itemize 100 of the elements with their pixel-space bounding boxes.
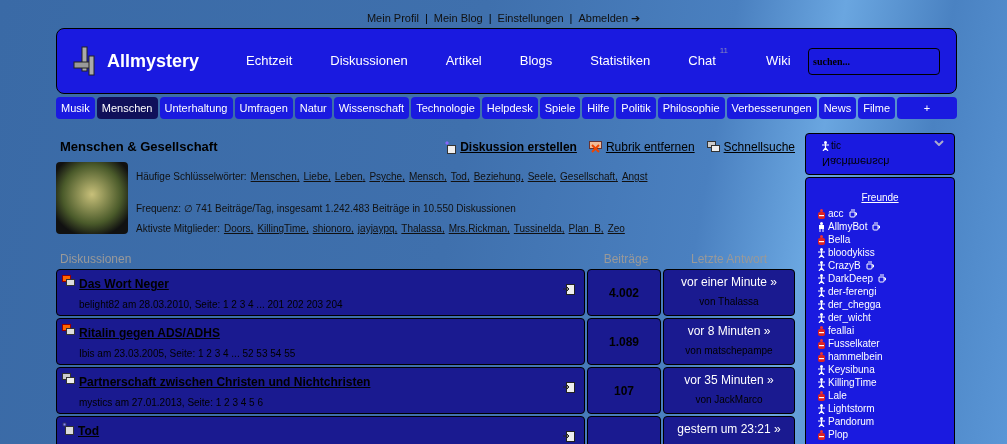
last-reply-author: von JackMarco — [695, 393, 763, 407]
friend-link[interactable]: Lightstorm — [828, 401, 875, 416]
separator: | — [488, 11, 492, 26]
column-header: Diskussionen — [60, 251, 132, 266]
posts-cell: 4.002 — [587, 269, 661, 316]
category-tab[interactable]: News — [818, 97, 857, 119]
category-tab[interactable]: Menschen — [96, 97, 158, 119]
photo-placeholder — [56, 162, 128, 234]
logo-icon — [73, 46, 95, 76]
posts-cell: 107 — [587, 367, 661, 414]
site-title: Allmystery — [107, 49, 200, 73]
speech-bubbles-icon — [706, 141, 720, 153]
category-tab[interactable]: Helpdesk — [481, 97, 538, 119]
category-tab[interactable]: Spiele — [539, 97, 581, 119]
category-tab[interactable]: Wissenschaft — [333, 97, 410, 119]
friend-link[interactable]: AllmyBot — [828, 219, 868, 234]
keywords-label: Häufige Schlüsselwörter: — [136, 170, 247, 184]
keyword-link[interactable]: Gesellschaft, — [560, 169, 618, 184]
separator: | — [569, 11, 573, 26]
members-label: Aktivste Mitglieder: — [136, 222, 220, 236]
friend-link[interactable]: DarkDeep — [828, 271, 874, 286]
keyword-link[interactable]: Mensch, — [408, 169, 447, 184]
friends-title[interactable]: Freunde — [861, 190, 899, 205]
topic-meta: Ibis am 23.03.2005, Seite: 1 2 3 4 ... 52 53 54 55 — [79, 347, 296, 361]
member-link[interactable]: Tussinelda, — [513, 221, 565, 236]
friend-link[interactable]: CrazyB — [828, 258, 861, 273]
member-link[interactable]: KillingTime, — [257, 221, 309, 236]
nav-link[interactable]: Artikel — [445, 51, 482, 71]
top-link[interactable]: Einstellungen — [497, 10, 564, 28]
category-tab[interactable]: Technologie — [411, 97, 480, 119]
top-link[interactable]: Mein Profil — [366, 10, 419, 28]
category-tab[interactable]: Philosophie — [657, 97, 725, 119]
nav-link[interactable]: Echtzeit — [246, 51, 293, 71]
last-reply-link[interactable]: vor 8 Minuten » — [687, 322, 771, 340]
speech-bubbles-icon — [62, 324, 75, 336]
category-tab[interactable]: Natur — [294, 97, 332, 119]
separator: | — [424, 11, 428, 26]
category-tab[interactable]: Politik — [616, 97, 656, 119]
top-link[interactable]: Mein Blog — [433, 10, 483, 28]
friend-link[interactable]: hammelbein — [828, 349, 883, 364]
member-link[interactable]: jayjaypq, — [357, 221, 398, 236]
friend-link[interactable]: Lale — [828, 388, 847, 403]
category-tab[interactable]: Unterhaltung — [159, 97, 233, 119]
frequency-text: Frequenz: ∅ 741 Beiträge/Tag, insgesamt 1.242.483 Beiträge in 10.550 Diskussionen — [136, 202, 517, 216]
remove-icon — [588, 141, 602, 153]
friend-link[interactable]: Plop — [828, 427, 848, 442]
member-link[interactable]: Thalassa, — [401, 221, 445, 236]
search-field[interactable]: suchen... — [808, 47, 940, 75]
keyword-link[interactable]: Tod, — [450, 169, 470, 184]
last-reply-link[interactable]: vor 35 Minuten » — [684, 371, 774, 389]
friend-link[interactable]: KillingTime — [828, 375, 877, 390]
friend-link[interactable]: Pandorum — [828, 414, 875, 429]
action-link[interactable]: Diskussion erstellen — [460, 138, 577, 156]
category-tab[interactable]: + — [897, 97, 957, 119]
category-tab[interactable]: Verbesserungen — [726, 97, 817, 119]
last-reply-link[interactable]: gestern um 23:21 » — [677, 420, 781, 438]
keyword-link[interactable]: Psyche, — [369, 169, 405, 184]
member-link[interactable]: Plan_B, — [568, 221, 604, 236]
friend-link[interactable]: der-ferengi — [828, 284, 877, 299]
column-header: Beiträge — [602, 251, 650, 266]
speech-bubbles-icon — [62, 373, 75, 385]
friend-link[interactable]: der_wicht — [828, 310, 871, 325]
nav-link[interactable]: Blogs — [519, 51, 553, 71]
topic-meta: belight82 am 28.03.2010, Seite: 1 2 3 4 ... 201 202 203 204 — [79, 298, 343, 312]
keyword-link[interactable]: Seele, — [527, 169, 557, 184]
friend-link[interactable]: Keysibuna — [828, 362, 875, 377]
category-tab[interactable]: Musik — [56, 97, 95, 119]
member-link[interactable]: Zeo — [607, 221, 625, 236]
user-status: Nachtmensch — [822, 154, 890, 170]
chevron-icon[interactable] — [934, 140, 944, 146]
nav-link[interactable]: Wiki — [766, 51, 791, 71]
friend-link[interactable]: bloodykiss — [828, 245, 875, 260]
keyword-link[interactable]: Menschen, — [250, 169, 300, 184]
member-link[interactable]: Mrs.Rickman, — [448, 221, 510, 236]
member-link[interactable]: shionoro, — [312, 221, 354, 236]
keyword-link[interactable]: Angst — [621, 169, 648, 184]
friend-link[interactable]: der_chegga — [828, 297, 881, 312]
category-tab[interactable]: Hilfe — [582, 97, 615, 119]
last-reply-author: von Thalassa — [699, 295, 759, 309]
top-link[interactable]: Abmelden ➔ — [578, 10, 641, 28]
posts-cell: 1.089 — [587, 318, 661, 365]
keyword-link[interactable]: Beziehung, — [473, 169, 524, 184]
nav-link[interactable]: Statistiken — [590, 51, 651, 71]
category-tab[interactable]: Umfragen — [234, 97, 293, 119]
keyword-link[interactable]: Leben, — [334, 169, 366, 184]
member-link[interactable]: Doors, — [223, 221, 254, 236]
keyword-link[interactable]: Liebe, — [303, 169, 331, 184]
pencil-page-icon — [444, 140, 457, 154]
friend-link[interactable]: feallai — [828, 323, 855, 338]
friend-link[interactable]: acc — [828, 206, 844, 221]
category-tab[interactable]: Filme — [858, 97, 896, 119]
person-icon — [822, 140, 829, 151]
friend-link[interactable]: Fusselkater — [828, 336, 880, 351]
friend-link[interactable]: Bella — [828, 232, 851, 247]
last-reply-link[interactable]: vor einer Minute » — [680, 273, 777, 291]
action-link[interactable]: Rubrik entfernen — [605, 138, 695, 156]
action-link[interactable]: Schnellsuche — [723, 138, 795, 156]
last-reply-author: von matschepampe — [685, 344, 773, 358]
pencil-page-icon — [62, 422, 74, 435]
nav-link[interactable]: Diskussionen — [330, 51, 408, 71]
